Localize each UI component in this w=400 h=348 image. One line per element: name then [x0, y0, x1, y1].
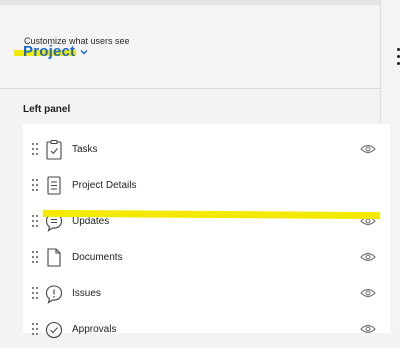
- list-item-label: Project Details: [72, 180, 137, 191]
- left-panel-list: Tasks Project Details Updates Documents …: [23, 124, 390, 339]
- document-lines-icon: [47, 176, 61, 195]
- list-item-project-details[interactable]: Project Details: [23, 168, 390, 204]
- list-item-label: Issues: [72, 288, 101, 299]
- list-item-documents[interactable]: Documents: [23, 240, 390, 276]
- drag-handle-icon[interactable]: [32, 323, 38, 335]
- left-panel-heading: Left panel: [23, 104, 71, 115]
- customize-header: Customize what users see Project: [0, 0, 380, 89]
- list-item-label: Documents: [72, 252, 123, 263]
- blank-document-icon: [47, 248, 61, 267]
- drag-handle-icon[interactable]: [32, 251, 38, 263]
- list-item-label: Approvals: [72, 324, 117, 335]
- list-item-label: Tasks: [72, 144, 98, 155]
- eye-icon[interactable]: [360, 252, 376, 262]
- check-circle-icon: [45, 321, 63, 339]
- list-item-approvals[interactable]: Approvals: [23, 312, 390, 348]
- drag-handle-icon[interactable]: [32, 143, 38, 155]
- drag-handle-icon[interactable]: [32, 179, 38, 191]
- eye-icon[interactable]: [360, 144, 376, 154]
- list-item-issues[interactable]: Issues: [23, 276, 390, 312]
- drag-handle-icon[interactable]: [32, 287, 38, 299]
- project-dropdown[interactable]: Project: [23, 43, 89, 60]
- drag-handle-icon[interactable]: [32, 215, 38, 227]
- chevron-down-icon: [80, 49, 88, 54]
- exclamation-bubble-icon: [45, 285, 63, 304]
- list-item-label: Updates: [72, 216, 110, 227]
- eye-icon[interactable]: [360, 288, 376, 298]
- list-item-tasks[interactable]: Tasks: [23, 132, 390, 168]
- header-top-strip: [0, 0, 380, 5]
- tasks-clipboard-icon: [46, 139, 62, 160]
- project-dropdown-label: Project: [23, 43, 76, 60]
